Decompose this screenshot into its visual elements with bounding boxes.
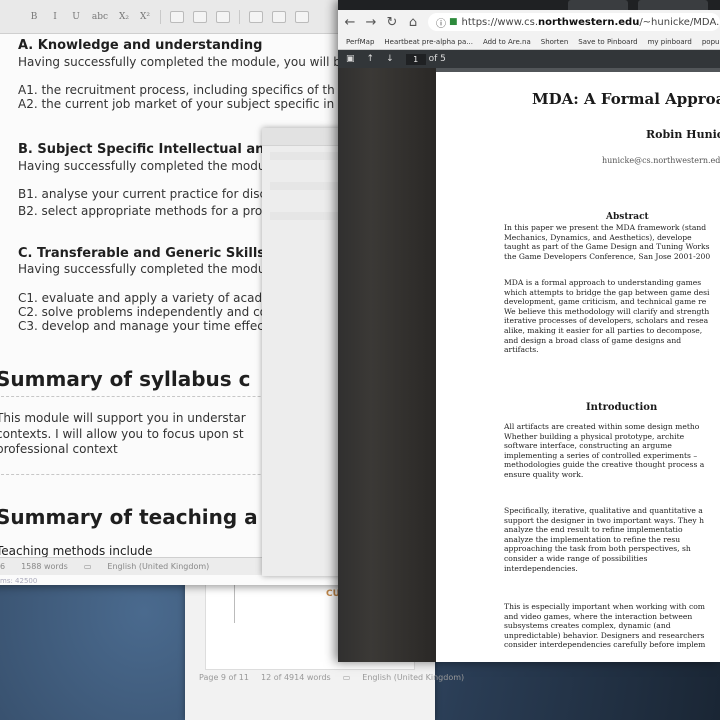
url-domain: northwestern.edu <box>538 16 640 28</box>
align-right-icon[interactable] <box>295 10 309 23</box>
toolbar-divider <box>160 9 161 24</box>
section-a-heading: A. Knowledge and understanding <box>18 38 263 53</box>
introduction-heading: Introduction <box>586 402 658 413</box>
section-c-heading: C. Transferable and Generic Skills <box>18 246 266 261</box>
text-effects-icon[interactable] <box>170 10 184 23</box>
word-count[interactable]: 12 of 4914 words <box>261 673 331 682</box>
subscript-button[interactable]: X₂ <box>118 12 130 22</box>
book-icon: ▭ <box>342 673 351 682</box>
underline-button[interactable]: U <box>70 12 82 22</box>
author-email: hunicke@cs.northwestern.edu <box>602 156 720 165</box>
outcome-b2: B2. select appropriate methods for a pro… <box>18 204 267 218</box>
word-count[interactable]: 1588 words <box>21 562 68 571</box>
outcome-c2: C2. solve problems independently and col <box>18 305 271 319</box>
dark-margin <box>338 68 436 662</box>
abstract-paragraph-2: MDA is a formal approach to understandin… <box>504 278 710 355</box>
abstract-paragraph-1: In this paper we present the MDA framewo… <box>504 223 711 261</box>
outcome-c1: C1. evaluate and apply a variety of acad… <box>18 291 275 305</box>
language-label[interactable]: English (United Kingdom) <box>362 673 464 682</box>
browser-window[interactable]: ← → ↻ ⌂ ⓘ ■ https://www.cs. northwestern.… <box>338 0 720 662</box>
bookmark-popup[interactable]: popup w <box>702 38 720 46</box>
pdf-viewport[interactable]: MDA: A Formal Approa Robin Hunic hunicke… <box>338 68 720 662</box>
syllabus-text-line: contexts. I will allow you to focus upon… <box>0 427 244 441</box>
section-b-intro: Having successfully completed the modul <box>18 159 269 173</box>
outcome-b1: B1. analyse your current practice for di… <box>18 187 270 201</box>
sidebar-toggle-icon[interactable]: ▣ <box>346 54 355 64</box>
italic-button[interactable]: I <box>49 12 61 22</box>
highlight-icon[interactable] <box>193 10 207 23</box>
url-path: /~hunicke/MDA.pdf <box>639 16 720 28</box>
paper-author: Robin Hunic <box>646 128 720 141</box>
forward-icon[interactable]: → <box>365 15 377 30</box>
intro-paragraph-2: Specifically, iterative, qualitative and… <box>504 506 704 573</box>
outcome-a1: A1. the recruitment process, including s… <box>18 83 335 97</box>
bookmark-shorten[interactable]: Shorten <box>541 38 569 46</box>
page-up-icon[interactable]: ↑ <box>367 54 375 64</box>
url-host: https://www.cs. <box>461 16 539 28</box>
superscript-button[interactable]: X² <box>139 12 151 22</box>
teaching-heading: Summary of teaching a <box>0 505 258 529</box>
section-b-heading: B. Subject Specific Intellectual and R <box>18 142 289 157</box>
info-icon[interactable]: ⓘ <box>436 15 446 30</box>
background-status-text: ms: 42500 <box>0 577 38 585</box>
teaching-methods-label: Teaching methods include <box>0 544 153 558</box>
status-bar: Page 9 of 11 12 of 4914 words ▭ English … <box>199 673 464 682</box>
page-count: 6 <box>0 562 6 571</box>
align-left-icon[interactable] <box>249 10 263 23</box>
section-c-intro: Having successfully completed the modul <box>18 262 269 276</box>
page-down-icon[interactable]: ↓ <box>386 54 394 64</box>
intro-paragraph-3: This is especially important when workin… <box>504 602 706 650</box>
toolbar-divider <box>239 9 240 24</box>
margin-line <box>234 583 235 623</box>
book-icon: ▭ <box>83 562 92 571</box>
language-label[interactable]: English (United Kingdom) <box>107 562 209 571</box>
browser-tab[interactable] <box>638 0 708 10</box>
bookmark-my-pinboard[interactable]: my pinboard <box>648 38 692 46</box>
paper-title: MDA: A Formal Approa <box>532 90 720 108</box>
outcome-a2: A2. the current job market of your subje… <box>18 97 335 111</box>
strikethrough-button[interactable]: abc <box>91 12 109 22</box>
reload-icon[interactable]: ↻ <box>386 15 398 30</box>
syllabus-heading: Summary of syllabus c <box>0 367 251 391</box>
section-a-intro: Having successfully completed the module… <box>18 55 341 69</box>
font-color-icon[interactable] <box>216 10 230 23</box>
address-row: ← → ↻ ⌂ ⓘ ■ https://www.cs. northwestern.… <box>338 10 720 34</box>
pdf-page[interactable]: MDA: A Formal Approa Robin Hunic hunicke… <box>436 72 720 662</box>
pdf-toolbar: ▣ ↑ ↓ 1 of 5 <box>338 50 720 68</box>
abstract-heading: Abstract <box>606 212 649 222</box>
browser-tab[interactable] <box>568 0 628 10</box>
syllabus-text-line: professional context <box>0 442 118 456</box>
placeholder-lines <box>270 152 340 242</box>
back-icon[interactable]: ← <box>344 15 356 30</box>
bookmark-perfmap[interactable]: PerfMap <box>346 38 374 46</box>
page-indicator: 1 of 5 <box>405 53 446 65</box>
url-bar[interactable]: ⓘ ■ https://www.cs. northwestern.edu/~hun… <box>428 13 720 31</box>
bold-button[interactable]: B <box>28 12 40 22</box>
bookmark-heartbeat[interactable]: Heartbeat pre-alpha pa... <box>384 38 473 46</box>
intro-paragraph-1: All artifacts are created within some de… <box>504 422 705 479</box>
lock-icon[interactable]: ■ <box>449 17 458 27</box>
bookmark-save-pinboard[interactable]: Save to Pinboard <box>578 38 637 46</box>
format-toolbar: B I U abc X₂ X² <box>0 0 350 34</box>
page-number-input[interactable]: 1 <box>405 53 426 65</box>
home-icon[interactable]: ⌂ <box>407 15 419 30</box>
page-total: of 5 <box>428 54 446 64</box>
outcome-c3: C3. develop and manage your time effecti <box>18 319 272 333</box>
align-center-icon[interactable] <box>272 10 286 23</box>
bookmark-arena[interactable]: Add to Are.na <box>483 38 531 46</box>
page-count: Page 9 of 11 <box>199 673 249 682</box>
bookmarks-bar: PerfMap Heartbeat pre-alpha pa... Add to… <box>338 34 720 50</box>
syllabus-text-line: This module will support you in understa… <box>0 411 246 425</box>
